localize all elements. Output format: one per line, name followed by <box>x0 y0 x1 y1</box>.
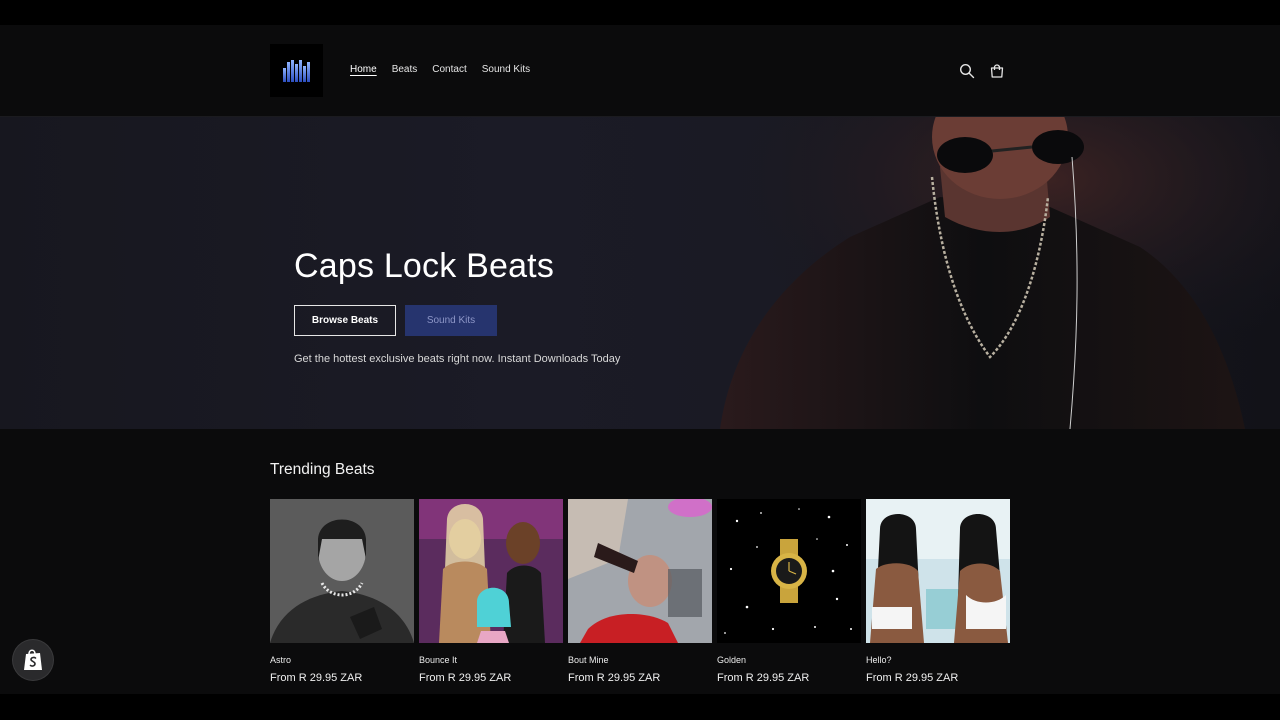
product-image-bout-mine[interactable] <box>568 499 712 643</box>
search-icon[interactable] <box>959 63 975 79</box>
product-name[interactable]: Bout Mine <box>568 655 609 665</box>
hero-title: Caps Lock Beats <box>294 247 555 285</box>
equalizer-logo-icon <box>283 59 310 82</box>
hero-subtitle: Get the hottest exclusive beats right no… <box>294 353 621 365</box>
trending-section-title: Trending Beats <box>270 461 375 478</box>
product-name[interactable]: Astro <box>270 655 291 665</box>
store-logo[interactable] <box>270 44 323 97</box>
video-letterbox-bottom <box>0 694 1280 720</box>
product-card[interactable]: Bout Mine From R 29.95 ZAR <box>568 499 712 684</box>
product-price: From R 29.95 ZAR <box>270 672 363 684</box>
product-price: From R 29.95 ZAR <box>568 672 661 684</box>
product-name[interactable]: Hello? <box>866 655 892 665</box>
sound-kits-button[interactable]: Sound Kits <box>405 305 497 336</box>
product-image-bounce-it[interactable] <box>419 499 563 643</box>
shopify-badge[interactable] <box>13 640 53 680</box>
hero-artist-photo <box>700 117 1280 429</box>
browse-beats-button[interactable]: Browse Beats <box>294 305 396 336</box>
shopify-bag-icon <box>24 649 42 670</box>
nav-home[interactable]: Home <box>350 64 377 75</box>
product-name[interactable]: Golden <box>717 655 746 665</box>
product-card[interactable]: Astro From R 29.95 ZAR <box>270 499 414 684</box>
product-image-hello[interactable] <box>866 499 1010 643</box>
product-card[interactable]: Bounce It From R 29.95 ZAR <box>419 499 563 684</box>
nav-contact[interactable]: Contact <box>432 64 466 75</box>
product-price: From R 29.95 ZAR <box>717 672 810 684</box>
hero-banner: Caps Lock Beats Browse Beats Sound Kits … <box>0 117 1280 429</box>
product-card[interactable]: Golden From R 29.95 ZAR <box>717 499 861 684</box>
product-image-golden[interactable] <box>717 499 861 643</box>
nav-beats[interactable]: Beats <box>392 64 418 75</box>
cart-icon[interactable] <box>989 63 1005 79</box>
video-letterbox-top <box>0 0 1280 25</box>
nav-sound-kits[interactable]: Sound Kits <box>482 64 530 75</box>
product-price: From R 29.95 ZAR <box>419 672 512 684</box>
site-header: Home Beats Contact Sound Kits <box>0 25 1280 117</box>
product-price: From R 29.95 ZAR <box>866 672 959 684</box>
main-nav: Home Beats Contact Sound Kits <box>350 64 545 75</box>
product-card[interactable]: Hello? From R 29.95 ZAR <box>866 499 1010 684</box>
store-page: Home Beats Contact Sound Kits Caps Lock … <box>0 25 1280 694</box>
product-image-astro[interactable] <box>270 499 414 643</box>
product-name[interactable]: Bounce It <box>419 655 457 665</box>
